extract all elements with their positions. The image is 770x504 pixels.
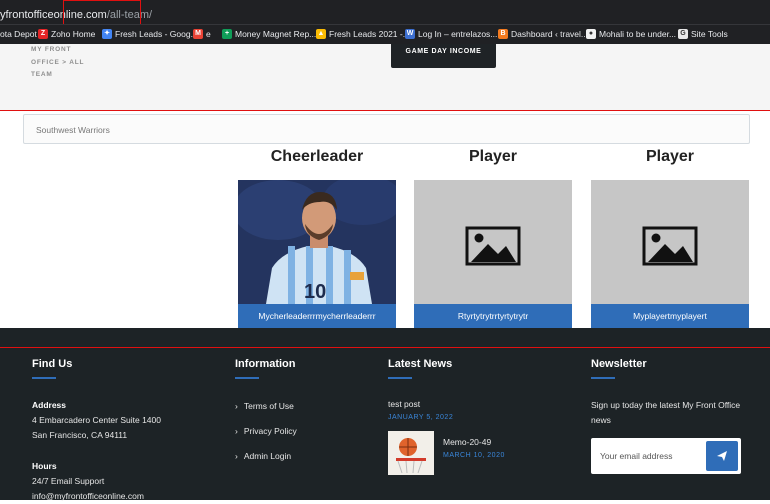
news-post-date: JANUARY 5, 2022 <box>388 414 454 421</box>
address-line-2: San Francisco, CA 94111 <box>32 430 128 440</box>
member-name[interactable]: Myplayertmyplayert <box>591 304 749 328</box>
bookmark-favicon-icon: ✦ <box>102 29 112 39</box>
card-role-title: Player <box>645 148 695 165</box>
game-day-income-button[interactable]: GAME DAY INCOME <box>391 44 496 68</box>
svg-text:10: 10 <box>304 281 326 303</box>
chevron-right-icon: › <box>235 425 238 436</box>
link-label: Terms of Use <box>243 400 294 411</box>
bookmark-item[interactable]: Z Zoho Home <box>38 29 95 39</box>
basketball-hoop-icon <box>388 431 434 475</box>
footer-latest-news: Latest News test post JANUARY 5, 2022 Me… <box>388 358 568 475</box>
bookmark-favicon-icon: ▲ <box>316 29 326 39</box>
image-placeholder-icon <box>465 226 521 266</box>
card-role-title: Player <box>468 148 518 165</box>
member-name[interactable]: Mycherleaderrrmycherrleaderrr <box>238 304 396 328</box>
bookmark-favicon-icon: B <box>498 29 508 39</box>
bookmark-item[interactable]: ▲ Fresh Leads 2021 -... <box>316 29 410 39</box>
bookmark-label: e <box>206 29 211 39</box>
newsletter-text: Sign up today the latest My Front Office… <box>591 400 741 425</box>
member-name[interactable]: Rtyrtytrytrrtyrtytrytr <box>414 304 572 328</box>
news-thumbnail[interactable] <box>388 431 434 475</box>
browser-url-bar[interactable]: yfrontofficeonline.com/all-team/ <box>0 0 770 42</box>
player-photo-icon: 10 <box>238 180 396 304</box>
footer-find-us: Find Us Address 4 Embarcadero Center Sui… <box>32 358 222 504</box>
bookmark-item[interactable]: B Dashboard ‹ travel... <box>498 29 588 39</box>
footer-information: Information › Terms of Use › Privacy Pol… <box>235 358 375 468</box>
bookmark-item[interactable]: ● Mohali to be under... <box>586 29 676 39</box>
team-select-value: Southwest Warriors <box>36 125 110 135</box>
footer-heading: Latest News <box>388 358 453 370</box>
bookmark-favicon-icon: G <box>678 29 688 39</box>
address-line-1: 4 Embarcadero Center Suite 1400 <box>32 415 161 425</box>
heading-underline <box>591 377 615 379</box>
hours-label: Hours <box>32 461 57 471</box>
footer-link-terms[interactable]: › Terms of Use <box>235 393 375 418</box>
bookmark-label: Money Magnet Rep... <box>235 29 317 39</box>
heading-underline <box>235 377 259 379</box>
send-icon <box>717 451 727 461</box>
footer-heading: Information <box>235 358 296 370</box>
footer-heading: Find Us <box>32 358 73 370</box>
team-card-player-2[interactable]: Player Myplayertmyplayert <box>591 147 749 328</box>
bookmarks-bar: ota Depot Z Zoho Home ✦ Fresh Leads - Goog..… <box>0 24 770 44</box>
footer-newsletter: Newsletter Sign up today the latest My F… <box>591 358 741 474</box>
footer-link-admin-login[interactable]: › Admin Login <box>235 443 375 468</box>
bookmark-label: Site Tools <box>691 29 728 39</box>
member-photo-placeholder[interactable] <box>591 180 749 304</box>
site-footer: Find Us Address 4 Embarcadero Center Sui… <box>0 328 770 501</box>
subscribe-button[interactable] <box>706 441 738 471</box>
news-post-title[interactable]: Memo-20-49 <box>443 435 505 450</box>
contact-email[interactable]: info@myfrontofficeonline.com <box>32 489 222 504</box>
link-label: Privacy Policy <box>243 425 297 436</box>
bookmark-item[interactable]: Me <box>193 29 211 39</box>
bookmark-item[interactable]: G Site Tools <box>678 29 728 39</box>
newsletter-form: Your email address <box>591 438 741 474</box>
bookmark-label: ota Depot <box>0 29 37 39</box>
news-post-title[interactable]: test post <box>388 397 568 412</box>
highlight-line <box>0 347 770 348</box>
bookmark-label: Mohali to be under... <box>599 29 677 39</box>
bookmark-item[interactable]: + Money Magnet Rep... <box>222 29 316 39</box>
bookmark-favicon-icon: + <box>222 29 232 39</box>
hours-value: 24/7 Email Support <box>32 476 105 486</box>
bookmark-label: Fresh Leads - Goog... <box>115 29 198 39</box>
bookmark-label: Dashboard ‹ travel... <box>511 29 589 39</box>
bookmark-item[interactable]: ✦ Fresh Leads - Goog... <box>102 29 198 39</box>
heading-underline <box>32 377 56 379</box>
bookmark-item[interactable]: ota Depot <box>0 29 37 39</box>
link-label: Admin Login <box>243 450 292 461</box>
bookmark-favicon-icon: M <box>193 29 203 39</box>
team-select[interactable]: Southwest Warriors <box>23 114 750 144</box>
image-placeholder-icon <box>642 226 698 266</box>
team-card-player-1[interactable]: Player Rtyrtytrytrrtyrtytrytr <box>414 147 572 328</box>
footer-link-privacy[interactable]: › Privacy Policy <box>235 418 375 443</box>
address-label: Address <box>32 400 67 410</box>
chevron-right-icon: › <box>235 450 238 461</box>
bookmark-favicon-icon: ● <box>586 29 596 39</box>
email-input[interactable]: Your email address <box>600 451 672 461</box>
news-post-date: MARCH 10, 2020 <box>443 452 505 459</box>
breadcrumb[interactable]: MY FRONT OFFICE > ALL TEAM <box>31 44 91 82</box>
page-header-area: MY FRONT OFFICE > ALL TEAM GAME DAY INCO… <box>0 44 770 111</box>
bookmark-favicon-icon: W <box>405 29 415 39</box>
bookmark-label: Log In – entrelazos... <box>418 29 498 39</box>
bookmark-label: Fresh Leads 2021 -... <box>329 29 410 39</box>
member-photo[interactable]: 10 <box>238 180 396 304</box>
chevron-right-icon: › <box>235 400 238 411</box>
card-role-title: Cheerleader <box>270 148 364 165</box>
member-photo-placeholder[interactable] <box>414 180 572 304</box>
bookmark-favicon-icon: Z <box>38 29 48 39</box>
bookmark-label: Zoho Home <box>51 29 96 39</box>
footer-heading: Newsletter <box>591 358 647 370</box>
heading-underline <box>388 377 412 379</box>
team-card-cheerleader[interactable]: Cheerleader 10 Mycherleaderrrmycherrlead… <box>238 147 396 328</box>
bookmark-item[interactable]: W Log In – entrelazos... <box>405 29 497 39</box>
